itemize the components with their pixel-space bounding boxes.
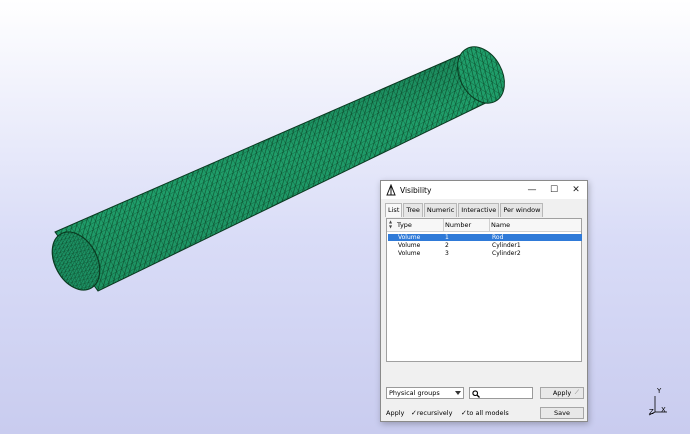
tab-bar: List Tree Numeric Interactive Per window [385, 203, 544, 217]
column-number[interactable]: Number [445, 221, 471, 229]
row-number: 2 [445, 242, 449, 249]
window-title: Visibility [400, 185, 432, 195]
list-item[interactable]: Volume 1 Rod [388, 234, 582, 241]
visibility-window[interactable]: Visibility — ☐ ✕ List Tree Numeric Inter… [380, 180, 588, 422]
tab-numeric[interactable]: Numeric [423, 203, 458, 217]
row-name: Rod [492, 234, 504, 241]
column-divider [443, 219, 444, 231]
column-divider [489, 219, 490, 231]
entity-list[interactable]: ▲ ▼ Type Number Name Volume 1 Rod Volume … [386, 218, 582, 362]
to-all-models-checkbox[interactable]: ✓to all models [461, 409, 509, 417]
axis-y-label: Y [657, 387, 662, 395]
tab-per-window[interactable]: Per window [500, 203, 544, 217]
search-icon [472, 390, 480, 398]
close-button[interactable]: ✕ [565, 181, 587, 199]
maximize-button[interactable]: ☐ [543, 181, 565, 199]
row-number: 3 [445, 250, 449, 257]
filter-bar: Physical groups Apply ⟋ [386, 387, 584, 400]
row-number: 1 [445, 234, 449, 241]
apply-label: Apply [386, 409, 405, 417]
to-all-models-label: to all models [466, 409, 509, 417]
list-item[interactable]: Volume 3 Cylinder2 [388, 250, 582, 257]
row-type: Volume [398, 250, 421, 257]
minimize-button[interactable]: — [521, 181, 543, 199]
apply-button-label: Apply [552, 389, 572, 397]
sort-arrows-icon[interactable]: ▲ ▼ [389, 219, 392, 229]
apply-button[interactable]: Apply ⟋ [540, 387, 584, 399]
tab-interactive[interactable]: Interactive [458, 203, 500, 217]
row-type: Volume [398, 242, 421, 249]
tab-tree[interactable]: Tree [403, 203, 423, 217]
recursively-label: recursively [416, 409, 453, 417]
chevron-down-icon [455, 391, 461, 395]
resize-grip-icon: ⟋ [574, 389, 579, 396]
save-button[interactable]: Save [540, 407, 584, 419]
list-item[interactable]: Volume 2 Cylinder1 [388, 242, 582, 249]
row-name: Cylinder1 [492, 242, 521, 249]
gmsh-app-icon [386, 184, 396, 196]
apply-options: Apply ✓recursively ✓to all models Save [386, 407, 584, 420]
column-type[interactable]: Type [397, 221, 412, 229]
axis-z-label: Z [649, 408, 654, 416]
axis-x-label: X [661, 406, 666, 414]
row-name: Cylinder2 [492, 250, 521, 257]
search-input[interactable] [482, 389, 530, 397]
list-header: ▲ ▼ Type Number Name [387, 219, 581, 232]
recursively-checkbox[interactable]: ✓recursively [411, 409, 452, 417]
column-name[interactable]: Name [491, 221, 510, 229]
window-titlebar[interactable]: Visibility — ☐ ✕ [381, 181, 587, 199]
groups-select[interactable]: Physical groups [386, 387, 464, 399]
row-type: Volume [398, 234, 421, 241]
search-field[interactable] [469, 387, 533, 399]
tab-list[interactable]: List [385, 203, 403, 217]
groups-select-value: Physical groups [389, 389, 440, 397]
axis-triad: Y X Z [645, 387, 669, 418]
